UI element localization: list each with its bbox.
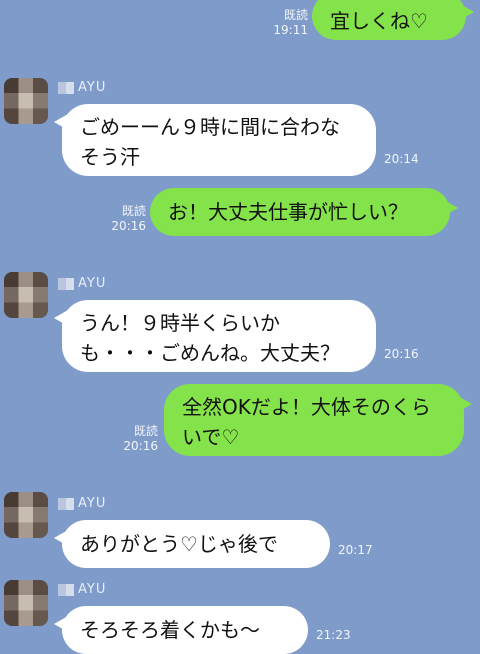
message-bubble-incoming[interactable]: ありがとう♡じゃ後で: [54, 520, 330, 568]
timestamp: 19:11: [273, 23, 308, 37]
message-bubble-incoming[interactable]: ごめーーん９時に間に合わなそう汗: [54, 104, 376, 176]
timestamp: 20:17: [338, 543, 373, 557]
censor-block: [58, 497, 74, 510]
message-text: 宜しくね♡: [330, 9, 428, 33]
read-status: 既読 20:16: [100, 204, 146, 234]
sender-name: AYU: [58, 80, 106, 100]
message-text: うん！９時半くらいかも・・・ごめんね。大丈夫？: [80, 311, 340, 365]
read-label: 既読: [121, 204, 146, 218]
message-bubble-outgoing[interactable]: お！大丈夫仕事が忙しい？: [150, 188, 458, 236]
censor-block: [58, 277, 74, 290]
avatar[interactable]: [4, 272, 48, 318]
avatar[interactable]: [4, 492, 48, 538]
message-text: ごめーーん９時に間に合わなそう汗: [80, 115, 340, 169]
timestamp: 20:16: [111, 219, 146, 233]
read-status: 既読 19:11: [262, 8, 308, 38]
avatar[interactable]: [4, 580, 48, 626]
censor-block: [58, 81, 74, 94]
sender-name: AYU: [58, 276, 106, 296]
read-status: 既読 20:16: [112, 424, 158, 454]
message-text: ありがとう♡じゃ後で: [80, 532, 278, 556]
message-text: お！大丈夫仕事が忙しい？: [168, 200, 408, 224]
read-label: 既読: [283, 8, 308, 22]
censor-block: [58, 583, 74, 596]
timestamp: 20:14: [384, 152, 419, 166]
message-bubble-incoming[interactable]: うん！９時半くらいかも・・・ごめんね。大丈夫？: [54, 300, 376, 372]
timestamp: 20:16: [384, 347, 419, 361]
message-bubble-outgoing[interactable]: 宜しくね♡: [312, 0, 474, 40]
avatar[interactable]: [4, 78, 48, 124]
message-bubble-incoming[interactable]: そろそろ着くかも〜: [54, 606, 308, 654]
chat-area[interactable]: 既読 19:11 宜しくね♡ AYU ごめーーん９時に間に合わなそう汗 20:1…: [0, 0, 480, 654]
message-text: そろそろ着くかも〜: [80, 618, 260, 642]
message-bubble-outgoing[interactable]: 全然OKだよ！大体そのくらいで♡: [164, 384, 472, 456]
read-label: 既読: [133, 424, 158, 438]
message-text: 全然OKだよ！大体そのくらいで♡: [182, 395, 431, 449]
sender-name: AYU: [58, 582, 106, 602]
timestamp: 20:16: [123, 439, 158, 453]
sender-name: AYU: [58, 496, 106, 516]
